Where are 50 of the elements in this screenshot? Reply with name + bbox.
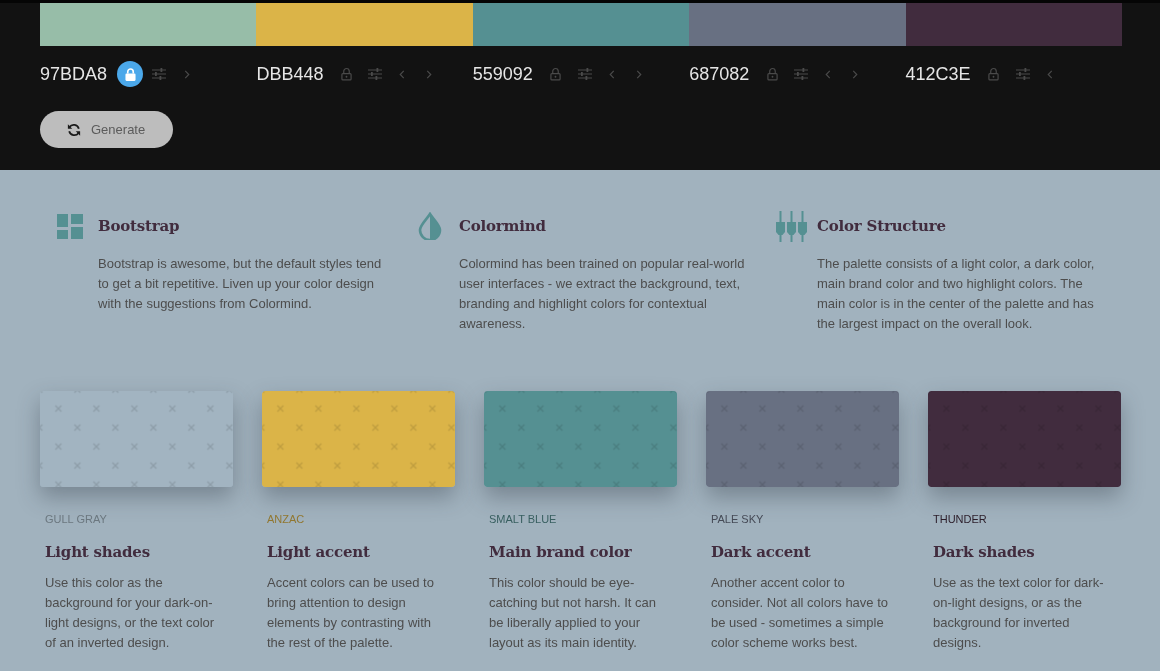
lock-icon — [124, 67, 136, 81]
chevron-right-icon[interactable] — [635, 69, 642, 79]
card-title: Light accent — [266, 542, 371, 562]
chevron-left-icon[interactable] — [608, 69, 615, 79]
sliders-icon[interactable] — [152, 68, 167, 80]
drop-icon — [418, 212, 442, 240]
feature-title: Colormind — [459, 216, 547, 236]
sliders-icon[interactable] — [794, 68, 809, 80]
hex-code: DBB448 — [256, 63, 324, 85]
chevron-left-icon[interactable] — [1046, 69, 1053, 79]
lock-icon — [988, 67, 1000, 81]
chevron-left-icon[interactable] — [399, 69, 406, 79]
card-description: Accent colors can be used to bring attention to design elements by contrasting with the rest of the palette. — [267, 574, 435, 652]
card-title: Main brand color — [488, 542, 633, 562]
generate-button[interactable]: Generate — [40, 111, 173, 148]
lock-icon — [550, 67, 562, 81]
chevron-left-icon[interactable] — [825, 69, 832, 79]
feature-description: Bootstrap is awesome, but the default styles tend to get a bit repetitive. Liven up your color design with the suggestions from Colormind. — [98, 255, 383, 313]
sliders-icon[interactable] — [368, 68, 383, 80]
card-title: Dark shades — [932, 542, 1036, 562]
hex-code: 412C3E — [905, 63, 971, 85]
feature-title: Color Structure — [817, 216, 947, 236]
feature-description: The palette consists of a light color, a dark color, main brand color and two highlight colors. The main color is in the center of the palette and has the largest impact on the overall look. — [817, 255, 1096, 333]
sliders-icon[interactable] — [1015, 68, 1030, 80]
card-description: Another accent color to consider. Not all colors have to be used - sometimes a simple color scheme works best. — [711, 574, 890, 652]
refresh-icon — [67, 122, 81, 137]
color-name: SMALT BLUE — [488, 512, 558, 526]
card-description: Use as the text color for dark-on-light designs, or as the background for inverted designs. — [933, 574, 1105, 652]
color-name: THUNDER — [932, 512, 988, 526]
chevron-right-icon[interactable] — [852, 69, 859, 79]
feature-description: Colormind has been trained on popular real-world user interfaces - we extract the background, text, branding and highlight colors for contextual awareness. — [459, 255, 746, 333]
card-description: This color should be eye-catching but not harsh. It can be liberally applied to your layout as its main identity. — [489, 574, 657, 652]
feature-title: Bootstrap — [98, 216, 181, 236]
faders-icon — [776, 210, 807, 242]
card-title: Light shades — [44, 542, 151, 562]
color-name: PALE SKY — [710, 512, 765, 526]
color-name: GULL GRAY — [44, 512, 108, 526]
card-description: Use this color as the background for your dark-on-light designs, or the text color of an inverted design. — [45, 574, 216, 652]
hex-code: 97BDA8 — [40, 63, 108, 85]
card-title: Dark accent — [710, 542, 812, 562]
color-name: ANZAC — [266, 512, 306, 526]
hex-code: 559092 — [472, 63, 533, 85]
tiles-icon — [57, 213, 83, 239]
lock-button[interactable] — [117, 61, 144, 87]
sliders-icon[interactable] — [577, 68, 592, 80]
hex-code: 687082 — [689, 63, 750, 85]
lock-icon — [766, 67, 778, 81]
lock-icon — [340, 67, 352, 81]
chevron-right-icon[interactable] — [426, 69, 433, 79]
chevron-right-icon[interactable] — [184, 69, 191, 79]
